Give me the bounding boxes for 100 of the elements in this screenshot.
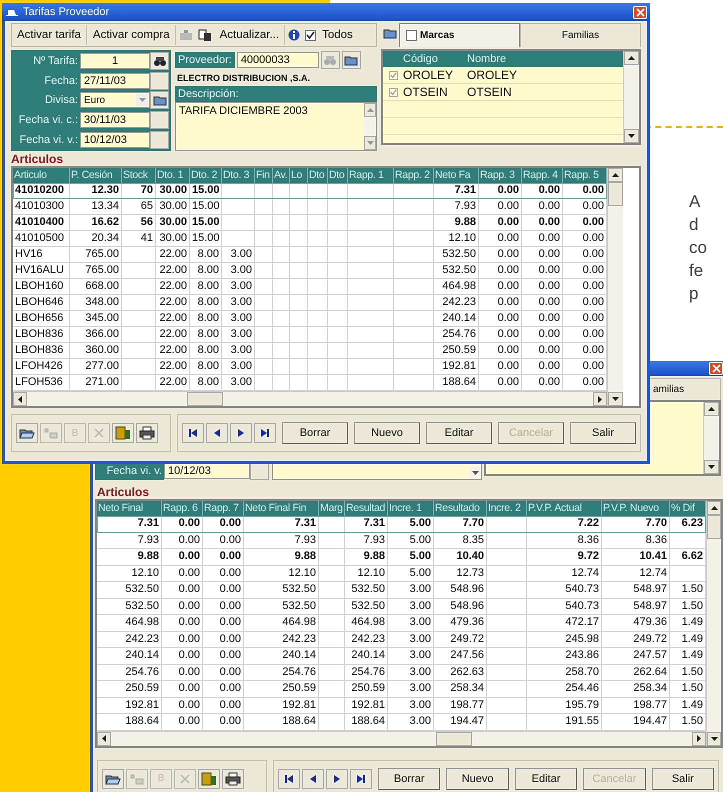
export-button[interactable] xyxy=(112,423,134,443)
column-header[interactable]: Rapp. 4 xyxy=(522,168,563,183)
folder-button[interactable] xyxy=(16,423,38,443)
action-button[interactable]: Editar xyxy=(514,768,578,790)
table-cell: 254.46 xyxy=(527,681,602,698)
action-button[interactable]: Salir xyxy=(570,422,636,444)
tab[interactable]: Familias xyxy=(520,23,641,47)
last-record-button[interactable] xyxy=(350,768,372,788)
horizontal-scrollbar[interactable] xyxy=(97,730,706,746)
field-button[interactable] xyxy=(150,111,169,130)
column-header[interactable]: Dto. 2 xyxy=(190,168,222,183)
column-header[interactable]: Dto. 3 xyxy=(222,168,255,183)
cross-icon xyxy=(179,772,191,784)
checkbox[interactable] xyxy=(388,88,398,96)
next-record-button[interactable] xyxy=(326,768,348,788)
column-header[interactable]: Dto xyxy=(328,168,348,183)
column-header[interactable]: Dto. 1 xyxy=(156,168,190,183)
number-field[interactable]: 1 xyxy=(80,52,150,69)
tab[interactable]: Marcas xyxy=(399,23,520,47)
action-button[interactable]: Borrar xyxy=(378,768,440,790)
empty-cell xyxy=(348,231,394,247)
export-button[interactable] xyxy=(198,768,220,788)
tab[interactable]: amilias xyxy=(649,378,721,400)
column-header[interactable]: Neto Final xyxy=(97,501,162,516)
table-cell: 10.40 xyxy=(434,549,487,566)
vertical-scrollbar[interactable] xyxy=(703,402,719,474)
column-header[interactable]: Incre. 1 xyxy=(388,501,434,516)
vertical-scrollbar[interactable] xyxy=(706,501,721,746)
scroll-down-button[interactable] xyxy=(469,467,481,479)
column-header[interactable]: Neto Final Fin xyxy=(244,501,319,516)
field-button[interactable] xyxy=(150,72,169,90)
column-header[interactable]: Rapp. 2 xyxy=(394,168,434,183)
field-button[interactable] xyxy=(150,131,169,150)
folder-button[interactable] xyxy=(150,91,169,110)
todos-checkbox[interactable]: Todos xyxy=(303,29,353,41)
action-button[interactable]: Borrar xyxy=(282,422,348,444)
table-cell: 532.50 xyxy=(244,582,319,598)
horizontal-scrollbar[interactable] xyxy=(13,391,607,406)
last-record-button[interactable] xyxy=(254,423,276,443)
scroll-thumb[interactable] xyxy=(187,392,223,406)
action-button[interactable]: Editar xyxy=(426,422,492,444)
action-button[interactable]: Nuevo xyxy=(354,422,420,444)
empty-cell xyxy=(255,327,273,343)
empty-cell xyxy=(308,215,328,231)
date-field[interactable]: 30/11/03 xyxy=(80,112,150,128)
column-header[interactable]: Nombre xyxy=(467,53,506,65)
close-button[interactable] xyxy=(633,6,647,18)
column-header[interactable]: Dto xyxy=(308,168,328,183)
column-header[interactable]: P. Cesión xyxy=(70,168,122,183)
column-header[interactable]: Neto Fa xyxy=(434,168,479,183)
folder-button[interactable] xyxy=(342,51,361,69)
column-header[interactable]: Rapp. 6 xyxy=(162,501,203,516)
print-button[interactable] xyxy=(222,768,244,788)
table-cell: 532.50 xyxy=(434,247,479,263)
supplier-field[interactable]: 40000033 xyxy=(236,52,319,68)
currency-dropdown[interactable]: Euro xyxy=(80,92,150,108)
scroll-thumb[interactable] xyxy=(707,515,721,539)
column-header[interactable]: Rapp. 3 xyxy=(479,168,522,183)
date-field[interactable]: 10/12/03 xyxy=(80,132,150,148)
empty-cell xyxy=(122,295,156,311)
empty-cell xyxy=(273,215,290,231)
column-header[interactable]: Av. xyxy=(273,168,290,183)
first-record-button[interactable] xyxy=(182,423,204,443)
print-button[interactable] xyxy=(136,423,158,443)
column-header[interactable]: Fin xyxy=(255,168,273,183)
dropdown-arrow-icon xyxy=(138,98,146,102)
column-header[interactable]: Rapp. 7 xyxy=(203,501,244,516)
scroll-thumb[interactable] xyxy=(608,182,623,206)
previous-record-button[interactable] xyxy=(206,423,228,443)
description-field[interactable] xyxy=(272,463,482,480)
column-header[interactable]: Resultado xyxy=(434,501,487,516)
column-header[interactable]: Código xyxy=(403,53,467,65)
date-field[interactable]: 27/11/03 xyxy=(80,72,150,89)
action-button[interactable]: Salir xyxy=(652,768,714,790)
scroll-thumb[interactable] xyxy=(436,732,472,746)
column-header[interactable]: P.V.P. Actual xyxy=(527,501,602,516)
column-header[interactable]: Rapp. 1 xyxy=(348,168,394,183)
checkbox[interactable] xyxy=(388,70,398,80)
previous-record-button[interactable] xyxy=(302,768,324,788)
description-field[interactable]: TARIFA DICIEMBRE 2003 xyxy=(175,102,377,151)
column-header[interactable]: Incre. 2 xyxy=(487,501,527,516)
column-header[interactable]: P.V.P. Nuevo xyxy=(602,501,670,516)
column-header[interactable]: Resultad xyxy=(345,501,388,516)
empty-cell xyxy=(487,648,527,664)
table-cell: 15.00 xyxy=(190,215,222,231)
first-record-button[interactable] xyxy=(278,768,300,788)
vertical-scrollbar[interactable] xyxy=(623,51,639,143)
next-record-button[interactable] xyxy=(230,423,252,443)
column-header[interactable]: Marg xyxy=(319,501,345,516)
search-button[interactable] xyxy=(150,52,169,70)
folder-button[interactable] xyxy=(102,768,124,788)
action-button[interactable]: Nuevo xyxy=(446,768,509,790)
column-header[interactable]: Lo xyxy=(290,168,308,183)
column-header[interactable]: Articulo xyxy=(13,168,70,183)
column-header[interactable]: Stock xyxy=(122,168,156,183)
table-cell: 250.59 xyxy=(97,681,162,698)
vertical-scrollbar[interactable] xyxy=(607,168,623,406)
field-label: Fecha vi. v.: xyxy=(18,134,79,146)
close-button[interactable] xyxy=(709,362,723,375)
vertical-scrollbar[interactable] xyxy=(364,103,376,150)
